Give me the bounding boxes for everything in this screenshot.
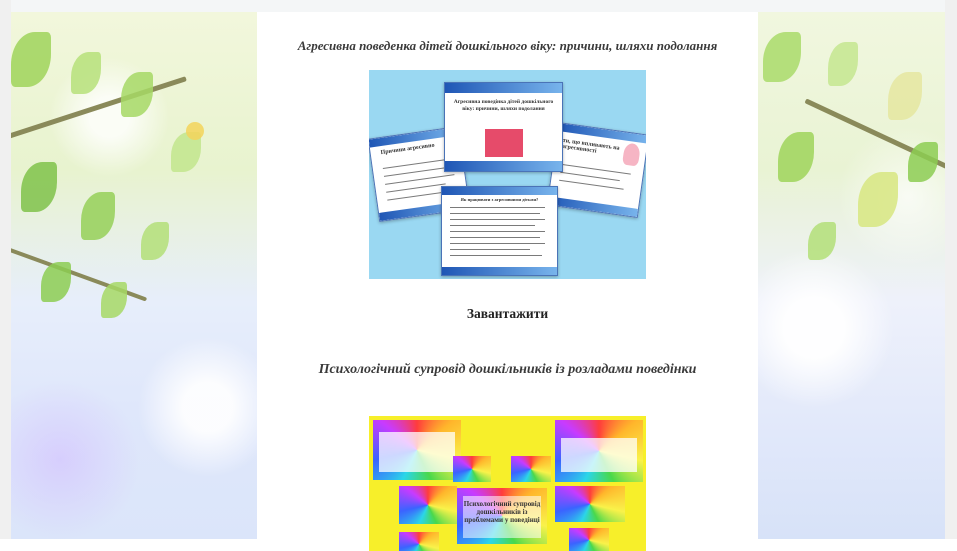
leaf-decoration	[41, 262, 71, 302]
slide-title: Агресивна поведінка дітей дошкільного ві…	[453, 99, 554, 112]
rainbow-slide	[399, 486, 457, 524]
leaf-decoration	[121, 72, 153, 117]
slide-title: Як працювати з агресивними дітьми?	[460, 197, 539, 202]
article-title: Агресивна поведенка дітей дошкільного ві…	[297, 38, 718, 53]
slide-thumbnail: Як працювати з агресивними дітьми?	[441, 186, 558, 276]
children-photo	[485, 129, 523, 157]
content-column: Агресивна поведенка дітей дошкільного ві…	[257, 12, 758, 551]
leaf-decoration	[763, 32, 801, 82]
leaf-decoration	[808, 222, 836, 260]
rainbow-slide	[399, 532, 439, 551]
leaf-decoration	[888, 72, 922, 120]
window-right-edge	[945, 0, 957, 539]
leaf-decoration	[101, 282, 127, 318]
rainbow-slide	[569, 528, 609, 551]
slide-thumbnail: Агресивна поведінка дітей дошкільного ві…	[444, 82, 563, 172]
leaf-decoration	[141, 222, 169, 260]
rainbow-slide	[511, 456, 551, 482]
article-cover-image[interactable]: Причини агресивно ти, що впливають на аг…	[369, 70, 646, 279]
slide-title: ти, що впливають на агресивності	[561, 137, 620, 155]
leaf-decoration	[778, 132, 814, 182]
article-title: Психологічний супровід дошкільників із р…	[318, 362, 697, 377]
article-cover-image[interactable]: Психологічний супровід дошкільників із п…	[369, 416, 646, 551]
right-decorative-background	[758, 12, 945, 539]
rainbow-slide	[453, 456, 491, 482]
rainbow-slide	[555, 486, 625, 522]
leaf-decoration	[908, 142, 938, 182]
leaf-decoration	[71, 52, 101, 94]
window-top-edge	[0, 0, 957, 12]
leaf-decoration	[81, 192, 115, 240]
slide-title: Психологічний супровід дошкільників із п…	[463, 500, 541, 524]
left-decorative-background	[11, 12, 257, 539]
leaf-decoration	[858, 172, 898, 227]
branch-decoration	[11, 76, 187, 143]
leaf-decoration	[828, 42, 858, 86]
download-link[interactable]: Завантажити	[257, 306, 758, 322]
child-picture	[622, 142, 641, 167]
leaf-decoration	[21, 162, 57, 212]
leaf-decoration	[11, 32, 51, 87]
butterfly-icon	[186, 122, 204, 140]
window-left-edge	[0, 0, 11, 539]
